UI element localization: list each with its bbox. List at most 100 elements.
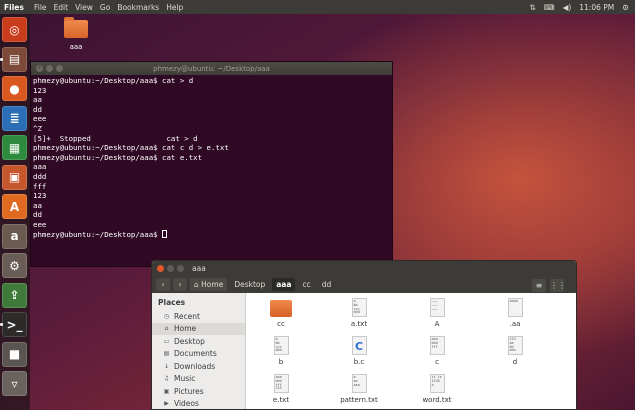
- toolbar: ‹ › ⌂ Home Desktop aaa cc dd: [152, 275, 576, 293]
- home-icon: ⌂: [164, 325, 169, 333]
- terminal-window[interactable]: x phmezy@ubuntu: ~/Desktop/aaa phmezy@ub…: [30, 61, 393, 267]
- sidebar-item-home[interactable]: ⌂ Home: [152, 322, 245, 335]
- c-source-file-icon: C: [351, 336, 367, 355]
- writer-icon[interactable]: ≣: [2, 105, 27, 131]
- terminal-line: aa: [33, 95, 42, 105]
- running-indicator: [0, 323, 3, 326]
- impress-icon[interactable]: ▣: [2, 164, 27, 190]
- documents-icon: ▤: [163, 350, 170, 358]
- file-manager-titlebar[interactable]: aaa: [152, 261, 576, 275]
- breadcrumb-aaa[interactable]: aaa: [272, 277, 296, 291]
- videos-icon: ▶: [164, 400, 169, 408]
- sidebar-item-label: Downloads: [174, 361, 216, 371]
- sidebar-item-recent[interactable]: ◷ Recent: [152, 310, 245, 323]
- menu-file[interactable]: File: [34, 3, 47, 12]
- launcher: ◎ ▤ ● ≣ ▦ ▣ Aa ⚙ ⇪ >_ ■ ▿: [0, 14, 30, 410]
- text-file-icon: ——— ——— ———: [429, 298, 445, 317]
- menu-help[interactable]: Help: [166, 3, 183, 12]
- file-item-label: A: [434, 320, 440, 328]
- top-panel: Files File Edit View Go Bookmarks Help ⇅…: [0, 0, 635, 14]
- menu-bookmarks[interactable]: Bookmarks: [117, 3, 159, 12]
- file-item-label: d: [512, 358, 518, 366]
- breadcrumb-home[interactable]: ⌂ Home: [190, 277, 228, 291]
- terminal-line: 123: [33, 191, 47, 201]
- text-file-icon: aaa ddd fff: [429, 336, 445, 355]
- terminal-output[interactable]: phmezy@ubuntu:~/Desktop/aaa$ cat > d 123 a…: [31, 75, 392, 240]
- terminal-line: ^Z: [33, 123, 42, 133]
- sidebar-item-label: Recent: [174, 311, 200, 321]
- text-file-icon: 123 aa dd eee: [507, 336, 523, 355]
- trash-icon[interactable]: ▿: [2, 371, 27, 396]
- sidebar-item-downloads[interactable]: ↓ Downloads: [152, 360, 245, 373]
- ubuntu-dash-icon[interactable]: ◎: [2, 17, 27, 42]
- file-item-label: a.txt: [350, 320, 368, 328]
- network-icon[interactable]: ⇅: [529, 3, 535, 12]
- sidebar-item-desktop[interactable]: ▭ Desktop: [152, 335, 245, 348]
- file-item[interactable]: aaa ddd fff c: [407, 336, 467, 366]
- back-arrow-icon[interactable]: ‹: [156, 277, 170, 291]
- terminal-line: eee: [33, 219, 47, 229]
- maximize-icon[interactable]: [177, 264, 184, 272]
- sidebar-item-pictures[interactable]: ▣ Pictures: [152, 385, 245, 398]
- clock[interactable]: 11:06 PM: [579, 3, 614, 12]
- terminal-cursor: [162, 229, 168, 238]
- terminal-icon[interactable]: >_: [2, 312, 27, 337]
- file-item-label: word.txt: [422, 396, 452, 404]
- sidebar-item-videos[interactable]: ▶ Videos: [152, 398, 245, 410]
- recent-icon: ◷: [163, 312, 170, 320]
- forward-arrow-icon[interactable]: ›: [173, 277, 187, 291]
- amazon-icon[interactable]: a: [2, 223, 27, 249]
- file-item[interactable]: a bb ccc ddd b: [251, 336, 311, 366]
- file-item[interactable]: a bb ccc ddd a.txt: [329, 298, 389, 328]
- file-manager-window[interactable]: aaa ‹ › ⌂ Home Desktop aaa cc dd ≡ ⋮⋮ Pl…: [151, 260, 577, 410]
- sidebar-item-documents[interactable]: ▤ Documents: [152, 348, 245, 361]
- file-item[interactable]: 123 aa dd eee d: [485, 336, 545, 366]
- grid-view-icon[interactable]: ⋮⋮: [550, 279, 566, 292]
- home-icon: ⌂: [194, 279, 199, 289]
- firefox-icon[interactable]: ●: [2, 76, 27, 101]
- sidebar-item-label: Music: [174, 374, 196, 384]
- file-item[interactable]: aaaa .aa: [485, 298, 545, 328]
- terminal-titlebar[interactable]: x phmezy@ubuntu: ~/Desktop/aaa: [31, 62, 392, 75]
- menu-view[interactable]: View: [75, 3, 93, 12]
- menu-go[interactable]: Go: [100, 3, 110, 12]
- file-item[interactable]: a aa aaa pattern.txt: [329, 374, 389, 404]
- sidebar-item-label: Pictures: [174, 386, 204, 396]
- software-center-icon[interactable]: A: [2, 194, 27, 219]
- close-icon[interactable]: [157, 264, 164, 272]
- desktop-folder[interactable]: aaa: [62, 17, 90, 51]
- file-item[interactable]: aaa ddd fff 123 e.txt: [251, 374, 311, 404]
- file-item-label: cc: [277, 320, 285, 328]
- indicator-area: ⇅ ⌨ ◀) 11:06 PM ⚙: [529, 0, 629, 14]
- file-grid: cc a bb ccc ddd a.txt ——— ——— ——— Aaaaa .aa a …: [247, 293, 576, 409]
- volume-icon[interactable]: ◀): [563, 3, 572, 12]
- music-icon: ♫: [163, 375, 170, 383]
- desktop-folder-label: aaa: [69, 43, 83, 51]
- power-gear-icon[interactable]: ⚙: [622, 3, 629, 12]
- settings-icon[interactable]: ⚙: [2, 253, 27, 278]
- files-icon[interactable]: ▤: [2, 46, 27, 72]
- folder-icon: [270, 300, 292, 317]
- calc-icon[interactable]: ▦: [2, 135, 27, 160]
- file-item-label: pattern.txt: [340, 396, 378, 404]
- sidebar-item-label: Videos: [174, 399, 199, 409]
- breadcrumb-cc[interactable]: cc: [298, 278, 314, 291]
- file-item-label: .aa: [509, 320, 521, 328]
- running-indicator: [0, 57, 3, 61]
- file-item[interactable]: Cb.c: [329, 336, 389, 366]
- file-item[interactable]: ——— ——— ——— A: [407, 298, 467, 328]
- updater-icon[interactable]: ⇪: [2, 282, 27, 308]
- sidebar-item-music[interactable]: ♫ Music: [152, 373, 245, 386]
- menu-edit[interactable]: Edit: [54, 3, 69, 12]
- text-file-icon: aaaa: [507, 298, 523, 317]
- sidebar-item-label: Home: [174, 324, 197, 334]
- keyboard-icon[interactable]: ⌨: [544, 3, 555, 12]
- file-item[interactable]: it is 1234 a word.txt: [407, 374, 467, 404]
- minimize-icon[interactable]: [167, 264, 174, 272]
- breadcrumb-dd[interactable]: dd: [318, 278, 336, 291]
- breadcrumb-desktop[interactable]: Desktop: [230, 278, 269, 291]
- file-item[interactable]: cc: [251, 298, 311, 328]
- list-view-icon[interactable]: ≡: [532, 279, 546, 292]
- drive-icon[interactable]: ■: [2, 341, 27, 367]
- window-title: aaa: [192, 263, 206, 273]
